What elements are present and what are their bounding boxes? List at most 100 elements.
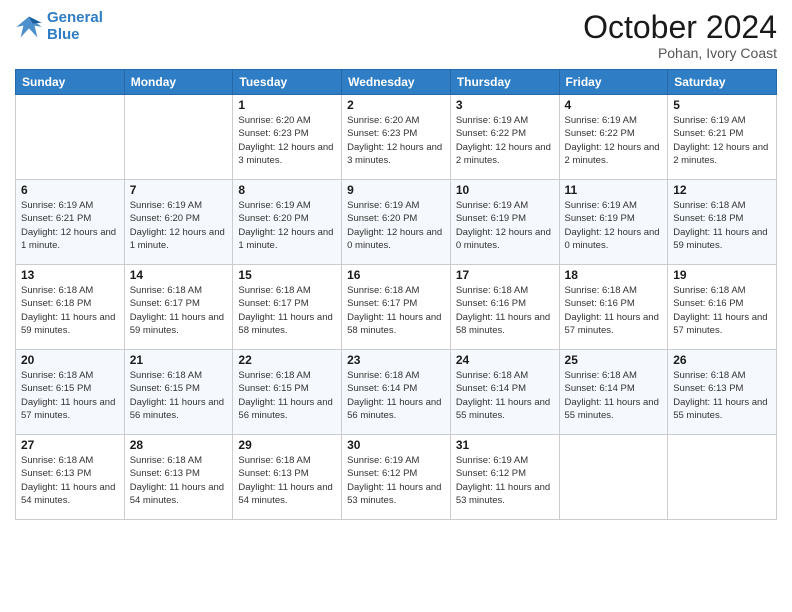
- calendar-cell: 19 Sunrise: 6:18 AM Sunset: 6:16 PM Dayli…: [668, 265, 777, 350]
- day-info: Sunrise: 6:19 AM Sunset: 6:12 PM Dayligh…: [456, 454, 554, 507]
- calendar-cell: 18 Sunrise: 6:18 AM Sunset: 6:16 PM Dayli…: [559, 265, 668, 350]
- calendar-week-row: 27 Sunrise: 6:18 AM Sunset: 6:13 PM Dayli…: [16, 435, 777, 520]
- day-info: Sunrise: 6:19 AM Sunset: 6:12 PM Dayligh…: [347, 454, 445, 507]
- calendar-cell: 31 Sunrise: 6:19 AM Sunset: 6:12 PM Dayli…: [450, 435, 559, 520]
- day-number: 25: [565, 353, 663, 367]
- day-info: Sunrise: 6:18 AM Sunset: 6:13 PM Dayligh…: [21, 454, 119, 507]
- calendar-week-row: 1Sunrise: 6:20 AM Sunset: 6:23 PM Daylig…: [16, 95, 777, 180]
- day-number: 29: [238, 438, 336, 452]
- calendar-cell: 6 Sunrise: 6:19 AM Sunset: 6:21 PM Daylig…: [16, 180, 125, 265]
- day-number: 12: [673, 183, 771, 197]
- calendar-cell: 16Sunrise: 6:18 AM Sunset: 6:17 PM Dayli…: [342, 265, 451, 350]
- day-info: Sunrise: 6:19 AM Sunset: 6:20 PM Dayligh…: [238, 199, 336, 252]
- day-info: Sunrise: 6:18 AM Sunset: 6:17 PM Dayligh…: [238, 284, 336, 337]
- day-number: 14: [130, 268, 228, 282]
- day-number: 16: [347, 268, 445, 282]
- calendar-table: SundayMondayTuesdayWednesdayThursdayFrid…: [15, 69, 777, 520]
- calendar-cell: 12 Sunrise: 6:18 AM Sunset: 6:18 PM Dayli…: [668, 180, 777, 265]
- day-info: Sunrise: 6:18 AM Sunset: 6:18 PM Dayligh…: [673, 199, 771, 252]
- day-info: Sunrise: 6:19 AM Sunset: 6:19 PM Dayligh…: [456, 199, 554, 252]
- day-number: 8: [238, 183, 336, 197]
- day-info: Sunrise: 6:18 AM Sunset: 6:16 PM Dayligh…: [456, 284, 554, 337]
- calendar-cell: [668, 435, 777, 520]
- calendar-cell: 21 Sunrise: 6:18 AM Sunset: 6:15 PM Dayli…: [124, 350, 233, 435]
- day-info: Sunrise: 6:18 AM Sunset: 6:18 PM Dayligh…: [21, 284, 119, 337]
- day-number: 22: [238, 353, 336, 367]
- day-info: Sunrise: 6:18 AM Sunset: 6:13 PM Dayligh…: [238, 454, 336, 507]
- day-number: 10: [456, 183, 554, 197]
- day-number: 31: [456, 438, 554, 452]
- title-area: October 2024 Pohan, Ivory Coast: [583, 10, 777, 61]
- day-info: Sunrise: 6:18 AM Sunset: 6:17 PM Dayligh…: [130, 284, 228, 337]
- day-info: Sunrise: 6:18 AM Sunset: 6:14 PM Dayligh…: [347, 369, 445, 422]
- calendar-cell: 7Sunrise: 6:19 AM Sunset: 6:20 PM Daylig…: [124, 180, 233, 265]
- calendar-cell: 13 Sunrise: 6:18 AM Sunset: 6:18 PM Dayli…: [16, 265, 125, 350]
- calendar-cell: 5Sunrise: 6:19 AM Sunset: 6:21 PM Daylig…: [668, 95, 777, 180]
- weekday-header: Wednesday: [342, 70, 451, 95]
- day-info: Sunrise: 6:19 AM Sunset: 6:19 PM Dayligh…: [565, 199, 663, 252]
- calendar-cell: [124, 95, 233, 180]
- day-number: 20: [21, 353, 119, 367]
- calendar-cell: 25Sunrise: 6:18 AM Sunset: 6:14 PM Dayli…: [559, 350, 668, 435]
- calendar-cell: 28 Sunrise: 6:18 AM Sunset: 6:13 PM Dayli…: [124, 435, 233, 520]
- calendar-cell: 11 Sunrise: 6:19 AM Sunset: 6:19 PM Dayli…: [559, 180, 668, 265]
- calendar-cell: 15 Sunrise: 6:18 AM Sunset: 6:17 PM Dayli…: [233, 265, 342, 350]
- day-info: Sunrise: 6:18 AM Sunset: 6:15 PM Dayligh…: [21, 369, 119, 422]
- calendar-week-row: 13 Sunrise: 6:18 AM Sunset: 6:18 PM Dayli…: [16, 265, 777, 350]
- day-number: 9: [347, 183, 445, 197]
- weekday-header: Saturday: [668, 70, 777, 95]
- calendar-cell: 1Sunrise: 6:20 AM Sunset: 6:23 PM Daylig…: [233, 95, 342, 180]
- day-number: 18: [565, 268, 663, 282]
- day-number: 11: [565, 183, 663, 197]
- day-number: 28: [130, 438, 228, 452]
- day-number: 27: [21, 438, 119, 452]
- calendar-cell: 24Sunrise: 6:18 AM Sunset: 6:14 PM Dayli…: [450, 350, 559, 435]
- page: General Blue October 2024 Pohan, Ivory C…: [0, 0, 792, 612]
- calendar-cell: 2Sunrise: 6:20 AM Sunset: 6:23 PM Daylig…: [342, 95, 451, 180]
- weekday-header: Tuesday: [233, 70, 342, 95]
- day-info: Sunrise: 6:18 AM Sunset: 6:16 PM Dayligh…: [565, 284, 663, 337]
- day-info: Sunrise: 6:18 AM Sunset: 6:16 PM Dayligh…: [673, 284, 771, 337]
- weekday-header: Friday: [559, 70, 668, 95]
- calendar-cell: 26 Sunrise: 6:18 AM Sunset: 6:13 PM Dayli…: [668, 350, 777, 435]
- day-number: 5: [673, 98, 771, 112]
- day-number: 15: [238, 268, 336, 282]
- weekday-header: Monday: [124, 70, 233, 95]
- day-info: Sunrise: 6:18 AM Sunset: 6:13 PM Dayligh…: [130, 454, 228, 507]
- day-info: Sunrise: 6:19 AM Sunset: 6:21 PM Dayligh…: [21, 199, 119, 252]
- calendar-cell: 20 Sunrise: 6:18 AM Sunset: 6:15 PM Dayli…: [16, 350, 125, 435]
- day-info: Sunrise: 6:19 AM Sunset: 6:20 PM Dayligh…: [130, 199, 228, 252]
- calendar-cell: 22 Sunrise: 6:18 AM Sunset: 6:15 PM Dayli…: [233, 350, 342, 435]
- weekday-header: Thursday: [450, 70, 559, 95]
- location: Pohan, Ivory Coast: [583, 45, 777, 61]
- calendar-cell: [16, 95, 125, 180]
- month-title: October 2024: [583, 10, 777, 45]
- day-number: 26: [673, 353, 771, 367]
- calendar-cell: 17Sunrise: 6:18 AM Sunset: 6:16 PM Dayli…: [450, 265, 559, 350]
- day-number: 2: [347, 98, 445, 112]
- calendar-cell: 23Sunrise: 6:18 AM Sunset: 6:14 PM Dayli…: [342, 350, 451, 435]
- day-number: 21: [130, 353, 228, 367]
- day-number: 30: [347, 438, 445, 452]
- header: General Blue October 2024 Pohan, Ivory C…: [15, 10, 777, 61]
- calendar-cell: [559, 435, 668, 520]
- day-number: 3: [456, 98, 554, 112]
- calendar-cell: 30 Sunrise: 6:19 AM Sunset: 6:12 PM Dayli…: [342, 435, 451, 520]
- day-number: 4: [565, 98, 663, 112]
- day-info: Sunrise: 6:18 AM Sunset: 6:13 PM Dayligh…: [673, 369, 771, 422]
- calendar-cell: 10 Sunrise: 6:19 AM Sunset: 6:19 PM Dayli…: [450, 180, 559, 265]
- day-info: Sunrise: 6:19 AM Sunset: 6:22 PM Dayligh…: [456, 114, 554, 167]
- weekday-header: Sunday: [16, 70, 125, 95]
- day-number: 19: [673, 268, 771, 282]
- calendar-week-row: 20 Sunrise: 6:18 AM Sunset: 6:15 PM Dayli…: [16, 350, 777, 435]
- calendar-cell: 8 Sunrise: 6:19 AM Sunset: 6:20 PM Daylig…: [233, 180, 342, 265]
- calendar-cell: 4Sunrise: 6:19 AM Sunset: 6:22 PM Daylig…: [559, 95, 668, 180]
- day-number: 6: [21, 183, 119, 197]
- logo-text: General Blue: [47, 10, 103, 43]
- calendar-cell: 14 Sunrise: 6:18 AM Sunset: 6:17 PM Dayli…: [124, 265, 233, 350]
- day-info: Sunrise: 6:18 AM Sunset: 6:15 PM Dayligh…: [238, 369, 336, 422]
- calendar-cell: 27 Sunrise: 6:18 AM Sunset: 6:13 PM Dayli…: [16, 435, 125, 520]
- day-info: Sunrise: 6:18 AM Sunset: 6:15 PM Dayligh…: [130, 369, 228, 422]
- day-number: 13: [21, 268, 119, 282]
- calendar-header-row: SundayMondayTuesdayWednesdayThursdayFrid…: [16, 70, 777, 95]
